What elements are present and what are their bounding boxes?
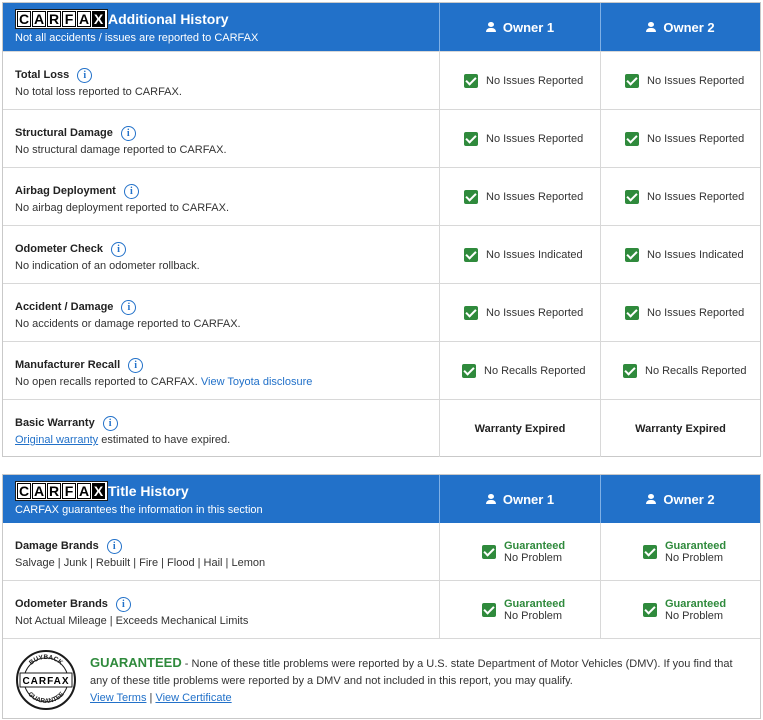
- history-row-structural-damage: Structural Damage i No structural damage …: [3, 109, 760, 167]
- check-icon: [464, 247, 478, 262]
- section-subtitle: Not all accidents / issues are reported …: [15, 32, 259, 44]
- svg-text:CARFAX: CARFAX: [22, 676, 69, 687]
- title-history-header: CARFAX Title History CARFAX guarantees t…: [3, 475, 760, 523]
- check-icon: [625, 131, 639, 146]
- carfax-logo: CARFAX: [15, 481, 108, 501]
- check-icon: [623, 363, 637, 378]
- section-title: Title History: [108, 483, 189, 499]
- view-terms-link[interactable]: View Terms: [90, 692, 146, 704]
- section-title: Additional History: [108, 11, 229, 27]
- owner-1-header: Owner 1: [439, 475, 600, 523]
- check-icon: [464, 189, 478, 204]
- history-row-accident-damage: Accident / Damage i No accidents or damag…: [3, 283, 760, 341]
- title-row-odometer-brands: Odometer Brands i Not Actual Mileage | Ex…: [3, 580, 760, 638]
- original-warranty-link[interactable]: Original warranty: [15, 434, 98, 446]
- check-icon: [464, 131, 478, 146]
- check-icon: [464, 305, 478, 320]
- info-icon[interactable]: i: [115, 596, 131, 612]
- check-icon: [625, 189, 639, 204]
- check-icon: [625, 73, 639, 88]
- warranty-status: Warranty Expired: [439, 400, 600, 457]
- info-icon[interactable]: i: [102, 415, 118, 431]
- info-icon[interactable]: i: [120, 125, 136, 141]
- info-icon[interactable]: i: [106, 538, 122, 554]
- history-row-manufacturer-recall: Manufacturer Recall i No open recalls rep…: [3, 341, 760, 399]
- person-icon: [646, 22, 657, 32]
- history-row-airbag-deployment: Airbag Deployment i No airbag deployment …: [3, 167, 760, 225]
- check-icon: [482, 602, 496, 617]
- view-toyota-disclosure-link[interactable]: View Toyota disclosure: [201, 376, 313, 388]
- title-row-damage-brands: Damage Brands i Salvage | Junk | Rebuilt …: [3, 523, 760, 580]
- check-icon: [643, 602, 657, 617]
- person-icon: [646, 494, 657, 504]
- title-history-panel: CARFAX Title History CARFAX guarantees t…: [2, 474, 761, 719]
- history-row-basic-warranty: Basic Warranty i Original warranty estima…: [3, 399, 760, 457]
- additional-history-header: CARFAX Additional History Not all accide…: [3, 3, 760, 51]
- guarantee-box: BUYBACK GUARANTEE CARFAX GUARANTEED - No…: [3, 638, 760, 719]
- info-icon[interactable]: i: [121, 299, 137, 315]
- check-icon: [464, 73, 478, 88]
- info-icon[interactable]: i: [111, 241, 127, 257]
- section-subtitle: CARFAX guarantees the information in thi…: [15, 504, 263, 516]
- carfax-logo: CARFAX: [15, 9, 108, 29]
- guaranteed-heading: GUARANTEED: [90, 655, 182, 670]
- check-icon: [482, 544, 496, 559]
- additional-history-panel: CARFAX Additional History Not all accide…: [2, 2, 761, 457]
- person-icon: [485, 22, 496, 32]
- info-icon[interactable]: i: [77, 67, 93, 83]
- check-icon: [462, 363, 476, 378]
- owner-1-header: Owner 1: [439, 3, 600, 51]
- person-icon: [485, 494, 496, 504]
- owner-2-header: Owner 2: [600, 3, 760, 51]
- check-icon: [625, 247, 639, 262]
- history-row-odometer-check: Odometer Check i No indication of an odom…: [3, 225, 760, 283]
- history-row-total-loss: Total Loss i No total loss reported to CA…: [3, 51, 760, 109]
- check-icon: [625, 305, 639, 320]
- view-certificate-link[interactable]: View Certificate: [155, 692, 231, 704]
- info-icon[interactable]: i: [123, 183, 139, 199]
- warranty-status: Warranty Expired: [600, 400, 760, 457]
- owner-2-header: Owner 2: [600, 475, 760, 523]
- buyback-guarantee-seal-icon: BUYBACK GUARANTEE CARFAX: [16, 650, 76, 710]
- check-icon: [643, 544, 657, 559]
- guarantee-description: - None of these title problems were repo…: [90, 658, 733, 687]
- info-icon[interactable]: i: [128, 357, 144, 373]
